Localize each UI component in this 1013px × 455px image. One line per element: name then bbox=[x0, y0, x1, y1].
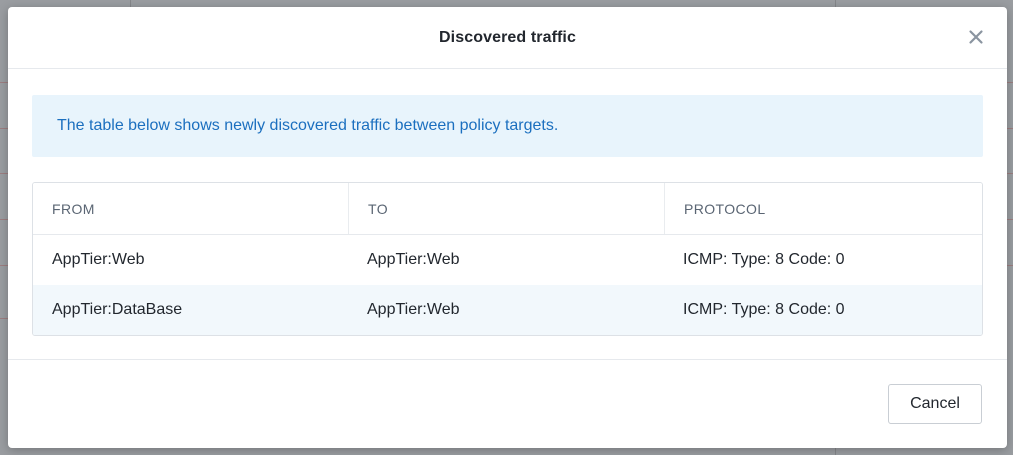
info-message: The table below shows newly discovered t… bbox=[57, 117, 559, 134]
dialog-title: Discovered traffic bbox=[439, 28, 576, 46]
table-row: AppTier:DataBase AppTier:Web ICMP: Type:… bbox=[33, 285, 982, 335]
column-header-protocol: PROTOCOL bbox=[664, 183, 980, 234]
column-header-to: TO bbox=[348, 183, 664, 234]
dialog-header: Discovered traffic bbox=[8, 7, 1007, 69]
dialog-footer: Cancel bbox=[8, 359, 1007, 448]
discovered-traffic-dialog: Discovered traffic The table below shows… bbox=[8, 7, 1007, 448]
table-header: FROM TO PROTOCOL bbox=[33, 183, 982, 235]
to-cell: AppTier:Web bbox=[367, 251, 460, 268]
from-cell: AppTier:DataBase bbox=[52, 301, 183, 318]
protocol-cell: ICMP: Type: 8 Code: 0 bbox=[683, 301, 845, 318]
table-row: AppTier:Web AppTier:Web ICMP: Type: 8 Co… bbox=[33, 235, 982, 285]
dialog-body: The table below shows newly discovered t… bbox=[8, 69, 1007, 336]
column-header-from: FROM bbox=[52, 200, 95, 217]
cancel-button[interactable]: Cancel bbox=[888, 384, 982, 424]
to-cell: AppTier:Web bbox=[367, 301, 460, 318]
from-cell: AppTier:Web bbox=[52, 251, 145, 268]
info-banner: The table below shows newly discovered t… bbox=[32, 95, 983, 157]
protocol-cell: ICMP: Type: 8 Code: 0 bbox=[683, 251, 845, 268]
traffic-table: FROM TO PROTOCOL AppTier:Web AppTier:Web… bbox=[32, 182, 983, 336]
close-icon[interactable] bbox=[967, 28, 985, 46]
